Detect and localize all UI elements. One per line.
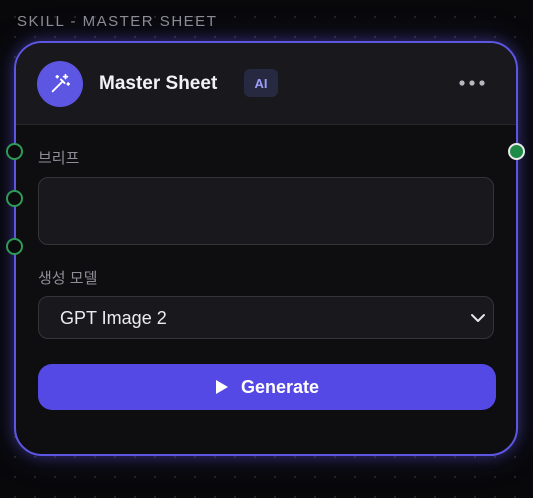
generate-label: Generate (240, 376, 320, 397)
more-options-button[interactable] (454, 69, 490, 97)
brief-input[interactable] (38, 177, 494, 245)
ai-badge: AI (244, 69, 278, 97)
generate-button[interactable]: Generate (38, 364, 496, 410)
input-port[interactable] (6, 143, 23, 160)
input-port[interactable] (6, 190, 23, 207)
node-caption: SKILL - MASTER SHEET (17, 13, 218, 30)
output-port[interactable] (508, 143, 525, 160)
input-port[interactable] (6, 238, 23, 255)
magic-wand-icon (37, 61, 83, 107)
chevron-down-icon (471, 314, 485, 322)
model-label: 생성 모델 (38, 270, 98, 287)
model-select[interactable]: GPT Image 2 (38, 296, 494, 339)
brief-label: 브리프 (38, 150, 80, 167)
more-horizontal-icon (459, 80, 485, 86)
node-title: Master Sheet (99, 73, 218, 94)
model-select-value: GPT Image 2 (60, 308, 167, 328)
master-sheet-node[interactable]: Master Sheet AI 브리프 생성 모델 GPT Image 2 Ge… (14, 41, 518, 456)
play-icon (215, 380, 228, 394)
node-header[interactable]: Master Sheet AI (16, 43, 516, 125)
